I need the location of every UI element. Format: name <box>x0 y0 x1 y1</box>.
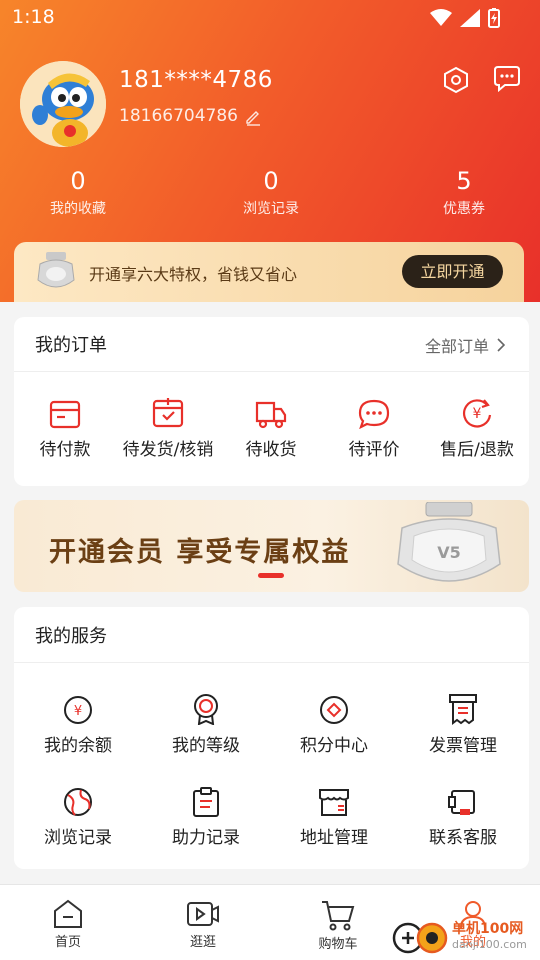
services-card: 我的服务 ¥ 我的余额 我的等级 积分中心 发票管理 浏览记录 助力记录 地址管… <box>14 607 529 869</box>
clipboard-icon <box>193 787 219 817</box>
wallet-icon <box>49 400 81 429</box>
medal-icon <box>194 694 218 725</box>
message-icon[interactable] <box>493 64 521 92</box>
stat-value: 0 <box>263 167 279 195</box>
vip-promo-bar[interactable]: 开通享六大特权，省钱又省心 立即开通 <box>14 242 524 302</box>
stat-label: 优惠券 <box>443 201 485 217</box>
tab-home[interactable]: 首页 <box>23 885 113 950</box>
profile-header: 1:18 181****4786 18166704786 0 我的收藏 0 浏览… <box>0 0 540 302</box>
invoice-icon <box>449 694 477 725</box>
order-pending-receipt[interactable]: 待收货 <box>211 399 331 460</box>
service-level[interactable]: 我的等级 <box>146 693 266 756</box>
truck-icon <box>255 401 287 429</box>
comment-icon <box>358 399 390 429</box>
battery-icon <box>488 8 500 28</box>
signal-icon <box>460 9 480 27</box>
vip-badge-icon <box>37 252 75 288</box>
service-assist-history[interactable]: 助力记录 <box>146 787 266 848</box>
order-label: 待收货 <box>245 440 297 460</box>
yen-circle-icon: ¥ <box>64 696 92 724</box>
watermark-url: danji100.com <box>452 938 527 951</box>
service-label: 发票管理 <box>429 736 497 756</box>
mascot-avatar-icon <box>20 61 106 147</box>
membership-banner[interactable]: 开通会员 享受专属权益 V5 <box>14 500 529 592</box>
orders-card: 我的订单 全部订单 待付款 待发货/核销 待收货 待评价 ¥ 售后/退款 <box>14 317 529 486</box>
phone-service-icon <box>448 790 475 815</box>
tab-label: 购物车 <box>318 937 358 952</box>
tab-label: 逛逛 <box>189 935 216 950</box>
settings-icon[interactable] <box>442 66 470 94</box>
services-title: 我的服务 <box>35 626 107 647</box>
stat-value: 0 <box>70 167 86 195</box>
service-points[interactable]: 积分中心 <box>274 695 394 756</box>
banner-indicator <box>258 573 284 578</box>
cart-icon <box>322 901 355 931</box>
package-check-icon <box>152 398 184 428</box>
avatar[interactable] <box>20 61 106 147</box>
home-icon <box>54 899 82 928</box>
stat-label: 浏览记录 <box>243 201 299 217</box>
service-label: 地址管理 <box>300 828 368 848</box>
open-vip-button[interactable]: 立即开通 <box>402 255 503 288</box>
order-pending-review[interactable]: 待评价 <box>314 399 434 460</box>
stat-value: 5 <box>456 167 472 195</box>
service-label: 我的余额 <box>44 736 112 756</box>
tab-explore[interactable]: 逛逛 <box>158 885 248 950</box>
all-orders-link[interactable]: 全部订单 <box>425 333 505 357</box>
svg-text:V5: V5 <box>437 543 461 562</box>
edit-icon[interactable] <box>244 108 262 126</box>
service-label: 浏览记录 <box>44 828 112 848</box>
service-customer-support[interactable]: 联系客服 <box>403 787 523 848</box>
order-label: 售后/退款 <box>440 440 514 460</box>
order-pending-shipment[interactable]: 待发货/核销 <box>108 397 228 460</box>
wifi-icon <box>430 9 452 26</box>
vip-promo-text: 开通享六大特权，省钱又省心 <box>89 265 298 284</box>
order-after-sales[interactable]: ¥ 售后/退款 <box>417 397 537 460</box>
divider <box>14 371 529 372</box>
site-watermark: 单机100网 danji100.com <box>392 916 540 960</box>
store-icon <box>319 789 349 816</box>
tab-cart[interactable]: 购物车 <box>293 885 383 952</box>
order-label: 待发货/核销 <box>122 440 214 460</box>
service-label: 助力记录 <box>172 828 240 848</box>
globe-icon <box>64 788 92 816</box>
status-time: 1:18 <box>12 6 55 28</box>
diamond-circle-icon <box>320 696 348 724</box>
order-label: 待付款 <box>39 440 91 460</box>
video-icon <box>187 902 219 926</box>
order-label: 待评价 <box>348 440 400 460</box>
phone-number: 18166704786 <box>119 106 238 126</box>
service-browse-history[interactable]: 浏览记录 <box>18 787 138 848</box>
status-icons <box>430 8 500 28</box>
banner-text: 开通会员 享受专属权益 <box>49 537 351 568</box>
service-label: 联系客服 <box>429 828 497 848</box>
tab-label: 首页 <box>54 935 81 950</box>
divider <box>14 662 529 663</box>
service-label: 我的等级 <box>172 736 240 756</box>
service-label: 积分中心 <box>300 736 368 756</box>
orders-title: 我的订单 <box>35 335 107 356</box>
stat-favorites[interactable]: 0 我的收藏 <box>18 166 138 218</box>
service-invoice[interactable]: 发票管理 <box>403 693 523 756</box>
all-orders-label: 全部订单 <box>424 337 489 356</box>
stat-coupons[interactable]: 5 优惠券 <box>404 166 524 218</box>
masked-phone: 181****4786 <box>119 67 273 93</box>
stat-label: 我的收藏 <box>50 201 106 217</box>
service-balance[interactable]: ¥ 我的余额 <box>18 695 138 756</box>
service-address[interactable]: 地址管理 <box>274 787 394 848</box>
svg-text:¥: ¥ <box>473 406 482 422</box>
chevron-right-icon <box>497 338 505 352</box>
watermark-text: 单机100网 <box>452 921 524 937</box>
status-bar: 1:18 <box>0 0 540 36</box>
order-pending-payment[interactable]: 待付款 <box>5 399 125 460</box>
refund-icon: ¥ <box>463 399 492 428</box>
watermark-logo-icon <box>392 922 448 954</box>
stat-history[interactable]: 0 浏览记录 <box>211 166 331 218</box>
svg-text:¥: ¥ <box>74 704 82 719</box>
vip-medal-icon: V5 <box>397 502 501 582</box>
